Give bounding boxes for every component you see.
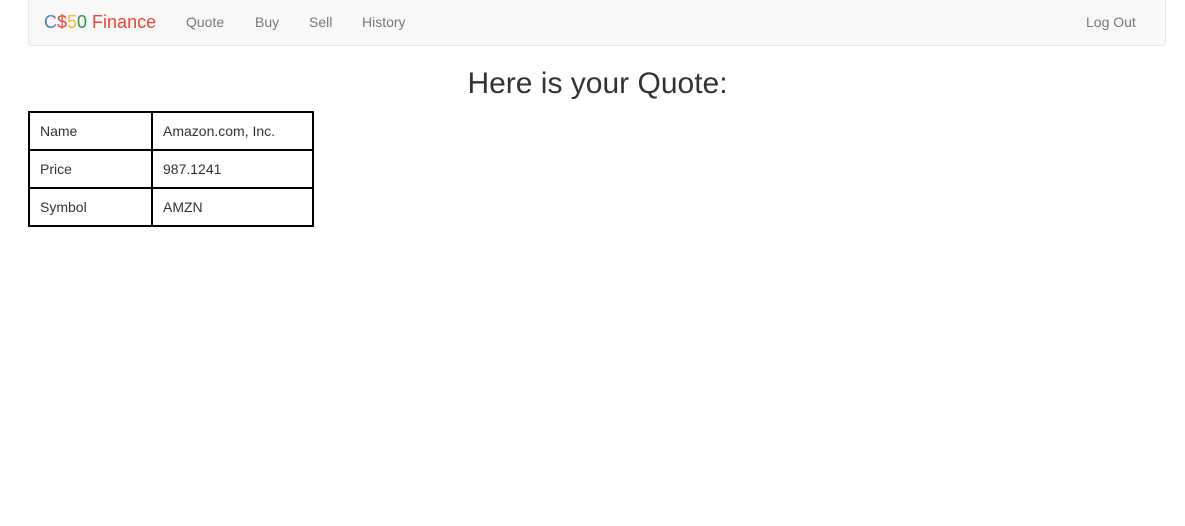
quote-table: Name Amazon.com, Inc. Price 987.1241 Sym… xyxy=(28,111,314,227)
quote-value-price: 987.1241 xyxy=(151,149,314,189)
nav-buy-link[interactable]: Buy xyxy=(255,0,279,45)
logout-link[interactable]: Log Out xyxy=(1086,0,1136,45)
quote-value-symbol: AMZN xyxy=(151,187,314,227)
quote-value-name: Amazon.com, Inc. xyxy=(151,111,314,151)
nav-sell-link[interactable]: Sell xyxy=(309,0,332,45)
brand-finance: Finance xyxy=(87,12,157,32)
brand-dollar: $ xyxy=(57,12,68,32)
page-title: Here is your Quote: xyxy=(467,67,728,100)
nav-quote-link[interactable]: Quote xyxy=(186,0,224,45)
brand-c: C xyxy=(44,12,57,32)
brand-5: 5 xyxy=(67,12,78,32)
table-row-symbol: Symbol AMZN xyxy=(28,187,314,227)
brand-logo-link[interactable]: C$50 Finance xyxy=(44,0,156,45)
quote-label-symbol: Symbol xyxy=(28,187,153,227)
top-navbar: C$50 Finance Quote Buy Sell History Log … xyxy=(28,0,1166,46)
nav-history-link[interactable]: History xyxy=(362,0,406,45)
quote-label-name: Name xyxy=(28,111,153,151)
brand-0: 0 xyxy=(77,12,88,32)
quote-label-price: Price xyxy=(28,149,153,189)
table-row-name: Name Amazon.com, Inc. xyxy=(28,111,314,151)
table-row-price: Price 987.1241 xyxy=(28,149,314,189)
